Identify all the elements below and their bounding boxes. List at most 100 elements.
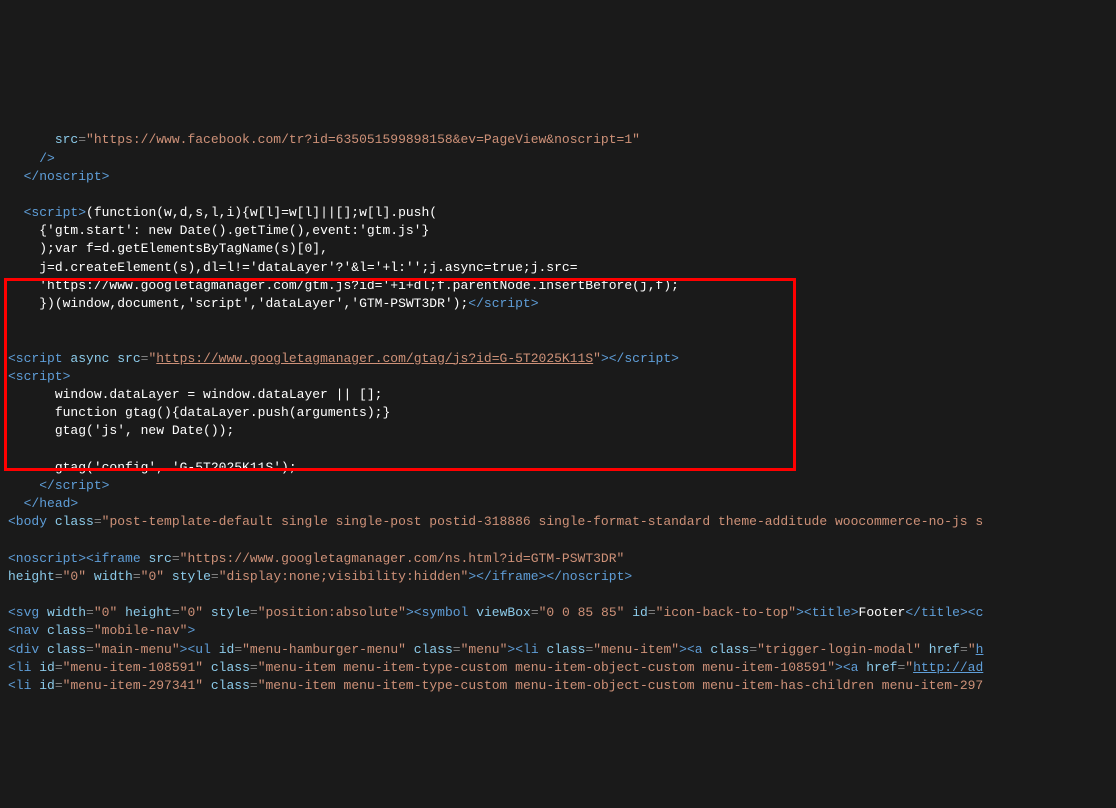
token-punct: = <box>531 605 539 620</box>
token-tag: <li <box>515 642 546 657</box>
code-line[interactable]: </script> <box>0 477 1116 495</box>
token-tag: > <box>835 660 843 675</box>
code-lines: src="https://www.facebook.com/tr?id=6350… <box>0 131 1116 695</box>
token-attr-value: "position:absolute" <box>258 605 406 620</box>
code-line[interactable] <box>0 313 1116 331</box>
code-line[interactable]: </noscript> <box>0 168 1116 186</box>
token-attr-name: id <box>39 678 55 693</box>
code-line[interactable]: );var f=d.getElementsByTagName(s)[0], <box>0 240 1116 258</box>
token-punct: = <box>897 660 905 675</box>
token-tag: <svg <box>8 605 47 620</box>
code-line[interactable]: <script async src="https://www.googletag… <box>0 350 1116 368</box>
token-attr-name: height <box>8 569 55 584</box>
token-attr-name: id <box>632 605 648 620</box>
token-attr-value: "0" <box>63 569 94 584</box>
code-line[interactable]: })(window,document,'script','dataLayer',… <box>0 295 1116 313</box>
code-line[interactable]: /> <box>0 150 1116 168</box>
token-attr-name: class <box>55 514 94 529</box>
code-line[interactable]: </head> <box>0 495 1116 513</box>
code-line[interactable]: gtag('config', 'G-5T2025K11S'); <box>0 459 1116 477</box>
token-attr-name: width <box>47 605 86 620</box>
token-attr-value: "0" <box>141 569 172 584</box>
code-line[interactable]: <script> <box>0 368 1116 386</box>
code-line[interactable]: 'https://www.googletagmanager.com/gtm.js… <box>0 277 1116 295</box>
token-text-content: gtag('config', 'G-5T2025K11S'); <box>55 460 297 475</box>
token-punct: = <box>234 642 242 657</box>
token-attr-name: height <box>125 605 172 620</box>
code-line[interactable] <box>0 586 1116 604</box>
token-attr-value: "mobile-nav" <box>94 623 188 638</box>
token-attr-value: "menu-hamburger-menu" <box>242 642 414 657</box>
token-tag: </script> <box>468 296 538 311</box>
token-punct: = <box>55 678 63 693</box>
token-tag: <script> <box>24 205 86 220</box>
token-attr-value: "0" <box>180 605 211 620</box>
token-punct: = <box>55 660 63 675</box>
token-tag: <iframe <box>86 551 148 566</box>
code-line[interactable]: <nav class="mobile-nav"> <box>0 622 1116 640</box>
token-punct: = <box>250 660 258 675</box>
token-attr-value: "0 0 85 85" <box>539 605 633 620</box>
code-line[interactable] <box>0 531 1116 549</box>
token-attr-name: src <box>117 351 140 366</box>
token-text-content: function gtag(){dataLayer.push(arguments… <box>55 405 390 420</box>
code-line[interactable]: <li id="menu-item-108591" class="menu-it… <box>0 659 1116 677</box>
token-tag: <ul <box>187 642 218 657</box>
code-line[interactable]: {'gtm.start': new Date().getTime(),event… <box>0 222 1116 240</box>
token-attr-value: " <box>905 660 913 675</box>
token-tag: <div <box>8 642 47 657</box>
token-tag: </head> <box>24 496 79 511</box>
token-attr-name: style <box>172 569 211 584</box>
token-text-content: {'gtm.start': new Date().getTime(),event… <box>39 223 429 238</box>
token-attr-name: src <box>148 551 171 566</box>
code-line[interactable]: gtag('js', new Date()); <box>0 422 1116 440</box>
token-tag: </title> <box>905 605 967 620</box>
code-line[interactable]: src="https://www.facebook.com/tr?id=6350… <box>0 131 1116 149</box>
token-punct: = <box>648 605 656 620</box>
token-attr-value: "menu-item menu-item-type-custom menu-it… <box>258 678 984 693</box>
token-attr-value: "menu-item" <box>593 642 679 657</box>
token-punct: = <box>86 623 94 638</box>
token-tag: </script> <box>39 478 109 493</box>
code-line[interactable] <box>0 186 1116 204</box>
token-tag: > <box>406 605 414 620</box>
token-attr-name: id <box>39 660 55 675</box>
code-line[interactable]: j=d.createElement(s),dl=l!='dataLayer'?'… <box>0 259 1116 277</box>
token-attr-name: class <box>710 642 749 657</box>
code-line[interactable]: height="0" width="0" style="display:none… <box>0 568 1116 586</box>
token-attr-name: src <box>55 132 78 147</box>
token-tag: <noscript> <box>8 551 86 566</box>
code-line[interactable] <box>0 441 1116 459</box>
token-punct: = <box>86 605 94 620</box>
code-line[interactable]: <div class="main-menu"><ul id="menu-hamb… <box>0 641 1116 659</box>
token-attr-name: class <box>47 623 86 638</box>
token-attr-value: "icon-back-to-top" <box>656 605 796 620</box>
code-viewer[interactable]: src="https://www.facebook.com/tr?id=6350… <box>0 77 1116 714</box>
token-attr-value: "main-menu" <box>94 642 180 657</box>
token-text-content: j=d.createElement(s),dl=l!='dataLayer'?'… <box>39 260 577 275</box>
token-attr-value: "menu" <box>461 642 508 657</box>
token-attr-name: href <box>929 642 960 657</box>
token-tag: <li <box>8 660 39 675</box>
token-tag: > <box>180 642 188 657</box>
token-attr-name: class <box>414 642 453 657</box>
token-attr-name: class <box>47 642 86 657</box>
code-line[interactable] <box>0 331 1116 349</box>
code-line[interactable]: function gtag(){dataLayer.push(arguments… <box>0 404 1116 422</box>
code-line[interactable]: <script>(function(w,d,s,l,i){w[l]=w[l]||… <box>0 204 1116 222</box>
code-line[interactable]: window.dataLayer = window.dataLayer || [… <box>0 386 1116 404</box>
code-line[interactable]: <noscript><iframe src="https://www.googl… <box>0 550 1116 568</box>
token-punct: = <box>585 642 593 657</box>
token-attr-name: href <box>866 660 897 675</box>
token-attr-value: "menu-item menu-item-type-custom menu-it… <box>258 660 835 675</box>
token-text-content: gtag('js', new Date()); <box>55 423 234 438</box>
token-punct: = <box>749 642 757 657</box>
token-tag: <li <box>8 678 39 693</box>
code-line[interactable]: <body class="post-template-default singl… <box>0 513 1116 531</box>
token-attr-value: " <box>593 351 601 366</box>
code-line[interactable]: <li id="menu-item-297341" class="menu-it… <box>0 677 1116 695</box>
token-tag: <script> <box>8 369 70 384</box>
token-text-content: })(window,document,'script','dataLayer',… <box>39 296 468 311</box>
token-tag: > <box>507 642 515 657</box>
code-line[interactable]: <svg width="0" height="0" style="positio… <box>0 604 1116 622</box>
